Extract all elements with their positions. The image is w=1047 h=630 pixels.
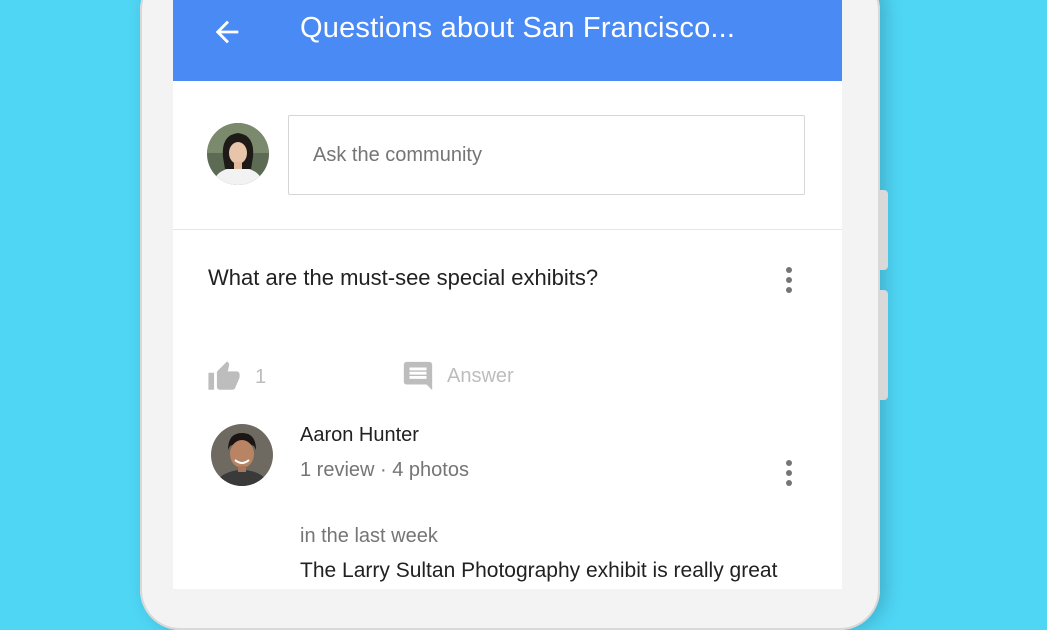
back-arrow-icon bbox=[215, 20, 239, 44]
like-button[interactable]: 1 bbox=[207, 360, 266, 394]
answer-more-button[interactable] bbox=[774, 453, 804, 493]
overflow-menu-icon bbox=[786, 267, 792, 293]
author-name[interactable]: Aaron Hunter bbox=[300, 424, 419, 447]
like-count: 1 bbox=[255, 365, 267, 388]
user-avatar-image bbox=[207, 123, 269, 185]
thumb-up-icon bbox=[208, 361, 240, 390]
comment-icon bbox=[403, 361, 433, 391]
device-side-button bbox=[880, 190, 888, 270]
device-side-button bbox=[880, 290, 888, 400]
answer-timestamp: in the last week bbox=[300, 525, 438, 547]
answer-label: Answer bbox=[447, 364, 514, 387]
ask-section bbox=[173, 81, 842, 230]
page-title: Questions about San Francisco... bbox=[300, 12, 736, 44]
overflow-menu-icon bbox=[786, 460, 792, 486]
user-avatar bbox=[207, 123, 269, 185]
answer-button[interactable]: Answer bbox=[401, 358, 514, 394]
author-avatar[interactable] bbox=[211, 424, 273, 486]
app-screen: Questions about San Francisco... What ar… bbox=[173, 0, 842, 589]
ask-community-input[interactable] bbox=[288, 115, 805, 195]
author-avatar-image bbox=[211, 424, 273, 486]
question-more-button[interactable] bbox=[774, 260, 804, 300]
answer-text: The Larry Sultan Photography exhibit is … bbox=[300, 559, 778, 582]
author-meta: 1 review · 4 photos bbox=[300, 459, 469, 481]
question-text: What are the must-see special exhibits? bbox=[208, 265, 599, 290]
app-bar: Questions about San Francisco... bbox=[173, 0, 842, 81]
back-button[interactable] bbox=[203, 8, 251, 56]
